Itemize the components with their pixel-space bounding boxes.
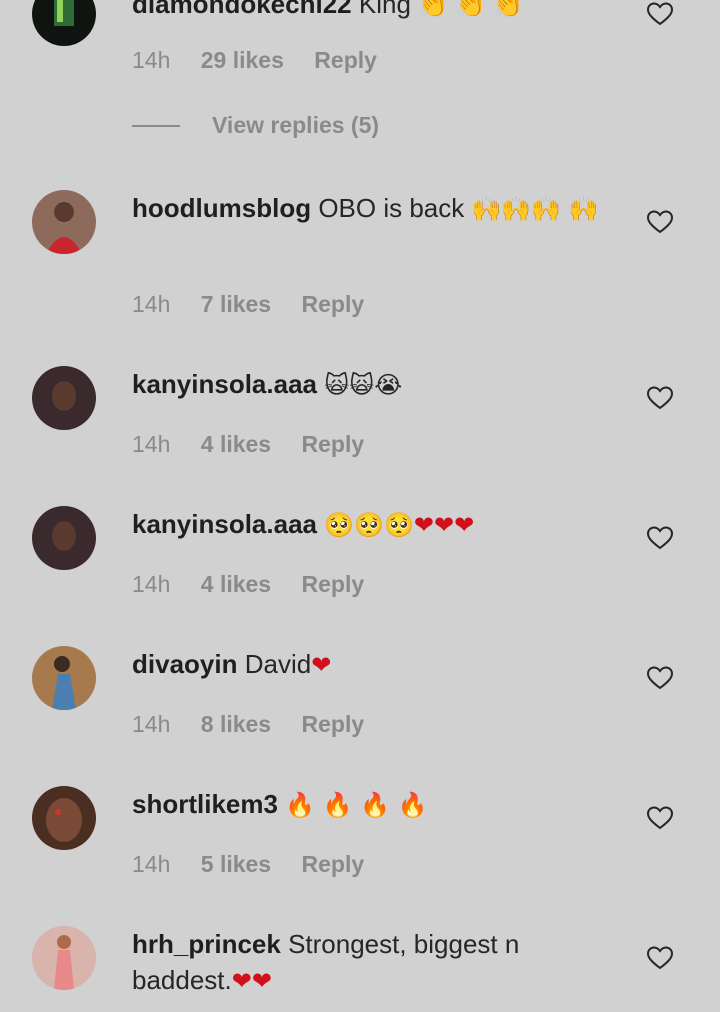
comment-time: 14h [132,711,171,737]
comment-meta: 14h 4 likes Reply [132,571,388,598]
reply-button[interactable]: Reply [302,431,365,457]
reply-button[interactable]: Reply [302,851,365,877]
comment-text: divaoyin David❤ [132,646,602,683]
comment-emoji: ❤❤ [231,967,272,995]
comment-emoji: 🙀🙀😭 [324,371,403,399]
comment-username[interactable]: divaoyin [132,649,237,679]
comment-likes[interactable]: 5 likes [201,851,271,877]
comment-body: David [244,649,312,679]
reply-button[interactable]: Reply [302,711,365,737]
comment-text: kanyinsola.aaa 🙀🙀😭 [132,366,602,403]
view-replies-button[interactable]: View replies (5) [132,112,379,139]
heart-icon[interactable] [647,210,673,234]
reply-button[interactable]: Reply [314,47,377,73]
comment-time: 14h [132,47,171,73]
comment-text: kanyinsola.aaa 🥺🥺🥺❤❤❤ [132,506,602,543]
view-replies-label: View replies (5) [212,112,380,138]
comment-emoji: 🥺🥺🥺❤❤❤ [324,511,475,539]
avatar[interactable] [32,0,96,46]
comment-username[interactable]: hrh_princek [132,929,281,959]
heart-icon[interactable] [647,526,673,550]
comment-time: 14h [132,571,171,597]
comment-text: shortlikem3 🔥 🔥 🔥 🔥 [132,786,602,823]
comment-text: hoodlumsblog OBO is back 🙌🙌🙌 🙌 [132,190,602,227]
reply-button[interactable]: Reply [302,571,365,597]
comment-meta: 14h 29 likes Reply [132,47,401,74]
avatar[interactable] [32,366,96,430]
comment-username[interactable]: shortlikem3 [132,789,278,819]
comment-username[interactable]: kanyinsola.aaa [132,509,317,539]
comment-username[interactable]: hoodlumsblog [132,193,311,223]
comment-emoji: 🙌🙌🙌 🙌 [471,195,599,223]
comment-text: diamondokechi22 King 👏 👏 👏 [132,0,602,23]
comment-emoji: 👏 👏 👏 [418,0,524,19]
comment-emoji: 🔥 🔥 🔥 🔥 [285,791,428,819]
heart-icon[interactable] [647,946,673,970]
comment-likes[interactable]: 29 likes [201,47,284,73]
comment-text: hrh_princek Strongest, biggest n baddest… [132,926,602,999]
comment-time: 14h [132,431,171,457]
comment-body: OBO is back [318,193,465,223]
heart-icon[interactable] [647,386,673,410]
comment-likes[interactable]: 4 likes [201,571,271,597]
comment-username[interactable]: kanyinsola.aaa [132,369,317,399]
avatar[interactable] [32,926,96,990]
comment-meta: 14h 8 likes Reply [132,711,388,738]
divider [132,124,180,127]
heart-icon[interactable] [647,666,673,690]
reply-button[interactable]: Reply [302,291,365,317]
heart-icon[interactable] [647,806,673,830]
comment-likes[interactable]: 7 likes [201,291,271,317]
avatar[interactable] [32,646,96,710]
comment-meta: 14h 4 likes Reply [132,431,388,458]
comment-username[interactable]: diamondokechi22 [132,0,352,19]
comment-time: 14h [132,291,171,317]
comment-emoji: ❤ [311,651,332,679]
avatar[interactable] [32,786,96,850]
comment-body: King [358,0,411,19]
avatar[interactable] [32,506,96,570]
avatar[interactable] [32,190,96,254]
comment-meta: 14h 5 likes Reply [132,851,388,878]
comment-time: 14h [132,851,171,877]
heart-icon[interactable] [647,2,673,26]
comment-meta: 14h 7 likes Reply [132,291,388,318]
comment-likes[interactable]: 4 likes [201,431,271,457]
comment-likes[interactable]: 8 likes [201,711,271,737]
